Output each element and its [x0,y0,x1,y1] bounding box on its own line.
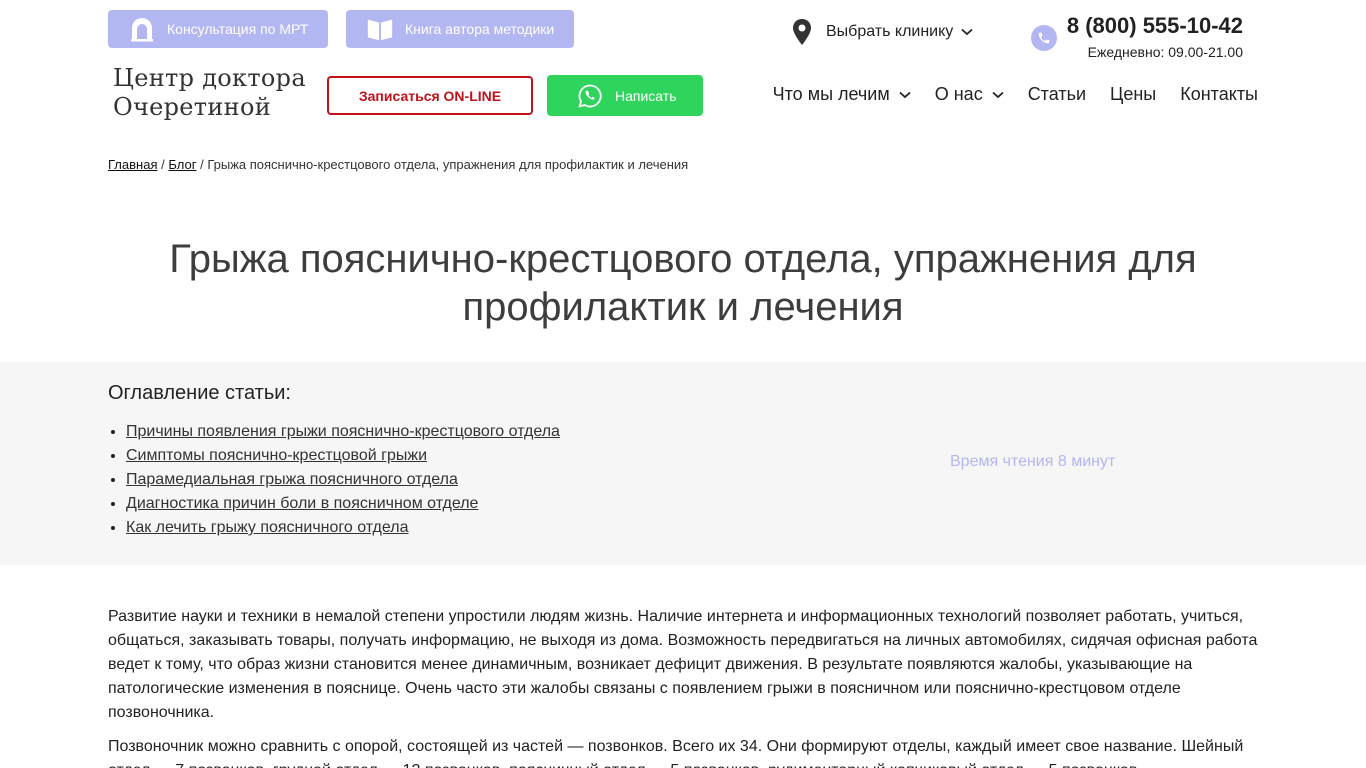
breadcrumb-separator: / [200,157,204,172]
toc-link-paramedial[interactable]: Парамедиальная грыжа поясничного отдела [126,471,458,488]
toc-item: Причины появления грыжи пояснично-крестц… [126,420,560,444]
breadcrumb-home-link[interactable]: Главная [108,157,157,172]
logo-line-2: Очеретиной [113,93,272,121]
breadcrumb-separator: / [161,157,165,172]
whatsapp-label: Написать [615,87,677,104]
toc-heading: Оглавление статьи: [108,382,291,404]
clinic-select-label: Выбрать клинику [826,23,954,40]
working-hours: Ежедневно: 09.00-21.00 [1087,44,1243,60]
whatsapp-button[interactable]: Написать [547,75,703,116]
nav-item-contacts[interactable]: Контакты [1180,84,1258,105]
nav-item-treatments[interactable]: Что мы лечим [773,84,911,105]
mri-machine-icon [128,15,156,43]
toc-link-diagnostics[interactable]: Диагностика причин боли в поясничном отд… [126,495,478,512]
chevron-down-icon [899,91,911,99]
main-nav: Что мы лечим О нас Статьи Цены Контакты [773,84,1258,105]
clinic-select[interactable]: Выбрать клинику [792,14,973,50]
chevron-down-icon [961,28,973,36]
toc-item: Диагностика причин боли в поясничном отд… [126,492,560,516]
mri-consultation-button[interactable]: Консультация по МРТ [108,10,328,48]
page-title: Грыжа пояснично-крестцового отдела, упра… [140,235,1226,331]
nav-item-about[interactable]: О нас [935,84,1004,105]
toc-link-treatment[interactable]: Как лечить грыжу поясничного отдела [126,519,409,536]
toc-link-symptoms[interactable]: Симптомы пояснично-крестцовой грыжи [126,447,427,464]
table-of-contents: Оглавление статьи: Причины появления гры… [0,362,1366,565]
reading-time: Время чтения 8 минут [950,453,1116,470]
site-logo[interactable]: Центр доктора Очеретиной [113,64,313,122]
nav-item-prices[interactable]: Цены [1110,84,1156,105]
author-book-button[interactable]: Книга автора методики [346,10,574,48]
breadcrumb: Главная / Блог / Грыжа пояснично-крестцо… [108,157,688,172]
toc-item: Парамедиальная грыжа поясничного отдела [126,468,560,492]
book-icon [366,15,394,43]
toc-item: Симптомы пояснично-крестцовой грыжи [126,444,560,468]
location-pin-icon [792,19,812,45]
article-paragraph: Развитие науки и техники в немалой степе… [108,608,1258,721]
chevron-down-icon [992,91,1004,99]
article-paragraph: Позвоночник можно сравнить с опорой, сос… [108,738,1244,768]
logo-line-1: Центр доктора [113,64,306,92]
nav-item-about-label: О нас [934,84,983,104]
toc-list: Причины появления грыжи пояснично-крестц… [126,420,560,540]
toc-item: Как лечить грыжу поясничного отдела [126,516,560,540]
breadcrumb-blog-link[interactable]: Блог [168,157,196,172]
mri-consultation-label: Консультация по МРТ [167,21,309,37]
nav-item-treatments-label: Что мы лечим [772,84,890,104]
article-body: Развитие науки и техники в немалой степе… [108,605,1264,768]
page-title-line-1: Грыжа пояснично-крестцового отдела, упра… [169,237,1197,281]
whatsapp-icon [578,84,602,108]
page-title-line-2: профилактик и лечения [462,285,904,329]
toc-link-causes[interactable]: Причины появления грыжи пояснично-крестц… [126,423,560,440]
online-booking-button[interactable]: Записаться ON-LINE [327,76,533,115]
author-book-label: Книга автора методики [405,21,555,37]
phone-number-link[interactable]: 8 (800) 555-10-42 [1067,13,1243,39]
breadcrumb-current: Грыжа пояснично-крестцового отдела, упра… [207,157,689,172]
phone-icon [1031,25,1057,51]
nav-item-articles[interactable]: Статьи [1028,84,1086,105]
